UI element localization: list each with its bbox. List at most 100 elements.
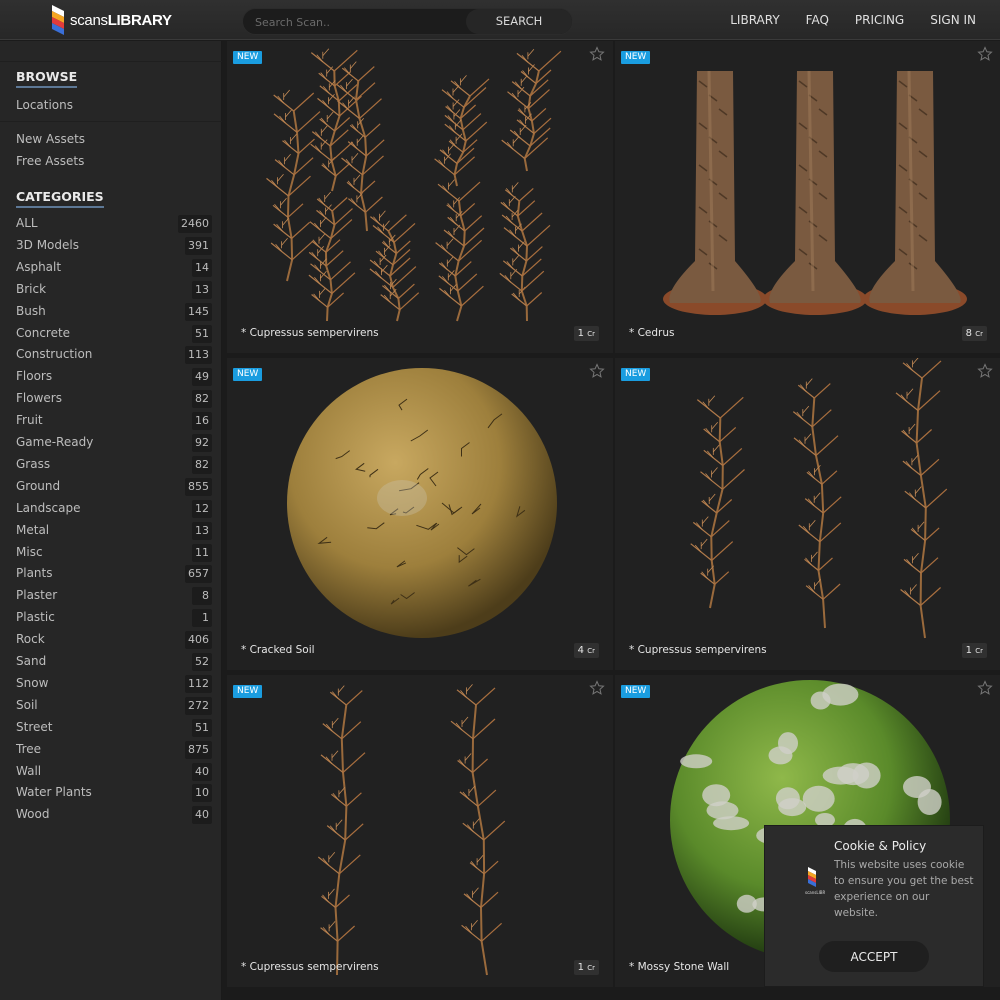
asset-title[interactable]: * Cracked Soil — [241, 644, 315, 656]
star-icon[interactable] — [977, 680, 993, 696]
category-item[interactable]: Plants 657 — [16, 565, 212, 584]
credit-unit: Cr — [975, 330, 983, 338]
category-item[interactable]: Landscape 12 — [16, 499, 212, 518]
category-count: 855 — [185, 477, 212, 496]
credit-unit: Cr — [587, 647, 595, 655]
category-item[interactable]: Ground 855 — [16, 477, 212, 496]
category-label: ALL — [16, 216, 38, 230]
category-item[interactable]: Tree 875 — [16, 740, 212, 759]
credit-value: 1 — [965, 645, 973, 656]
category-label: Plastic — [16, 610, 55, 625]
credit-unit: Cr — [975, 647, 983, 655]
category-item[interactable]: ALL 2460 — [16, 215, 212, 233]
category-count: 51 — [192, 324, 212, 343]
star-icon[interactable] — [589, 363, 605, 379]
category-item[interactable]: Plastic 1 — [16, 609, 212, 628]
star-icon[interactable] — [589, 680, 605, 696]
category-item[interactable]: Game-Ready 92 — [16, 434, 212, 452]
search-button[interactable]: SEARCH — [466, 9, 572, 34]
category-item[interactable]: Bush 145 — [16, 302, 212, 321]
category-item[interactable]: Asphalt 14 — [16, 258, 212, 277]
category-count: 10 — [192, 784, 212, 803]
search-input[interactable] — [255, 13, 455, 31]
category-item[interactable]: Snow 112 — [16, 674, 212, 693]
nav-library[interactable]: LIBRARY — [730, 13, 779, 27]
browse-link-free-assets[interactable]: Free Assets — [16, 154, 84, 168]
category-count: 12 — [192, 499, 212, 518]
category-count: 391 — [185, 236, 212, 255]
category-item[interactable]: Flowers 82 — [16, 390, 212, 409]
category-count: 40 — [192, 806, 212, 825]
main-nav: LIBRARY FAQ PRICING SIGN IN — [704, 0, 976, 40]
asset-title[interactable]: * Cupressus sempervirens — [241, 327, 379, 339]
category-item[interactable]: 3D Models 391 — [16, 236, 212, 255]
new-badge: NEW — [233, 368, 263, 381]
category-item[interactable]: Construction 113 — [16, 346, 212, 365]
category-item[interactable]: Concrete 51 — [16, 324, 212, 343]
category-item[interactable]: Misc 11 — [16, 543, 212, 562]
category-item[interactable]: Fruit 16 — [16, 412, 212, 431]
category-label: 3D Models — [16, 237, 79, 252]
category-item[interactable]: Metal 13 — [16, 521, 212, 540]
asset-title[interactable]: * Cupressus sempervirens — [241, 961, 379, 973]
category-item[interactable]: Water Plants 10 — [16, 784, 212, 803]
category-count: 92 — [192, 434, 212, 452]
star-icon[interactable] — [589, 46, 605, 62]
nav-sign-in[interactable]: SIGN IN — [930, 13, 976, 27]
new-badge: NEW — [233, 51, 263, 64]
category-label: Ground — [16, 478, 61, 493]
nav-pricing[interactable]: PRICING — [855, 13, 904, 27]
category-label: Game-Ready — [16, 435, 94, 449]
logo-mark-icon — [52, 5, 64, 35]
category-count: 52 — [192, 653, 212, 671]
category-label: Landscape — [16, 500, 81, 515]
category-item[interactable]: Wood 40 — [16, 806, 212, 825]
asset-card[interactable]: NEW * Cracked Soil 4 Cr — [227, 358, 613, 670]
category-item[interactable]: Brick 13 — [16, 280, 212, 299]
category-label: Asphalt — [16, 259, 62, 274]
asset-title[interactable]: * Cedrus — [629, 327, 675, 339]
category-label: Fruit — [16, 413, 43, 428]
category-item[interactable]: Grass 82 — [16, 455, 212, 474]
credit-badge: 4 Cr — [573, 643, 599, 658]
category-count: 40 — [192, 762, 212, 781]
nav-faq[interactable]: FAQ — [806, 13, 829, 27]
asset-card[interactable]: NEW * Cupressus sempervirens 1 Cr — [615, 358, 1000, 670]
category-item[interactable]: Street 51 — [16, 718, 212, 737]
category-item[interactable]: Rock 406 — [16, 631, 212, 650]
asset-title[interactable]: * Cupressus sempervirens — [629, 644, 767, 656]
category-count: 13 — [192, 280, 212, 299]
category-count: 14 — [192, 258, 212, 277]
asset-thumbnail — [663, 70, 967, 315]
category-item[interactable]: Soil 272 — [16, 696, 212, 715]
browse-title: BROWSE — [16, 69, 78, 88]
category-label: Brick — [16, 281, 47, 296]
top-header: scansLIBRARY SEARCH LIBRARY FAQ PRICING … — [0, 0, 1000, 40]
browse-link-new-assets[interactable]: New Assets — [16, 132, 85, 146]
category-count: 49 — [192, 368, 212, 387]
category-label: Plaster — [16, 588, 58, 603]
category-item[interactable]: Wall 40 — [16, 762, 212, 781]
category-item[interactable]: Floors 49 — [16, 368, 212, 387]
asset-card[interactable]: NEW * Cedrus 8 Cr — [615, 41, 1000, 353]
accept-button[interactable]: ACCEPT — [819, 941, 929, 972]
star-icon[interactable] — [977, 363, 993, 379]
category-label: Snow — [16, 675, 49, 690]
site-logo[interactable]: scansLIBRARY — [48, 3, 172, 37]
asset-card[interactable]: NEW * Cupressus sempervirens 1 Cr — [227, 675, 613, 987]
category-item[interactable]: Plaster 8 — [16, 587, 212, 606]
category-count: 272 — [185, 696, 212, 715]
category-count: 8 — [192, 587, 212, 606]
credit-unit: Cr — [587, 964, 595, 972]
asset-title[interactable]: * Mossy Stone Wall — [629, 961, 729, 973]
new-badge: NEW — [621, 51, 651, 64]
asset-card[interactable]: NEW * Cupressus sempervirens 1 Cr — [227, 41, 613, 353]
browse-link-locations[interactable]: Locations — [16, 98, 73, 112]
svg-text:scansLIBRARY: scansLIBRARY — [805, 890, 825, 895]
star-icon[interactable] — [977, 46, 993, 62]
credit-badge: 1 Cr — [573, 326, 599, 341]
new-badge: NEW — [621, 685, 651, 698]
new-badge: NEW — [621, 368, 651, 381]
category-item[interactable]: Sand 52 — [16, 653, 212, 671]
category-label: Tree — [16, 741, 42, 756]
